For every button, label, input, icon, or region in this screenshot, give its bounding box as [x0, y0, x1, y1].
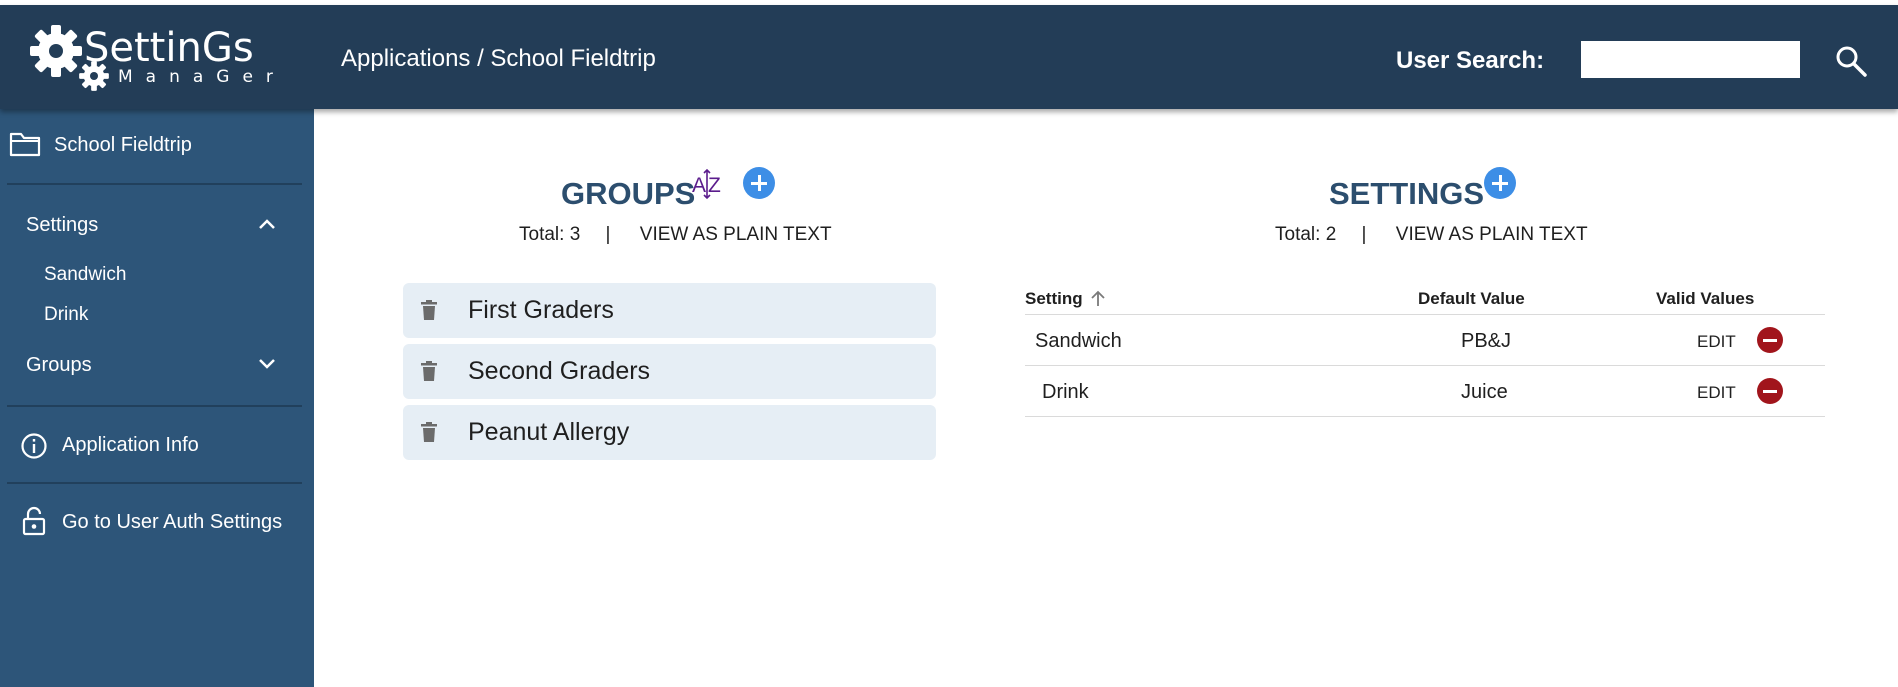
- sidebar-divider: [7, 183, 302, 185]
- groups-meta: Total: 3 | VIEW AS PLAIN TEXT: [519, 224, 832, 246]
- settings-title: SETTINGS: [1329, 176, 1485, 211]
- sidebar-app-info-label: Application Info: [62, 434, 199, 456]
- edit-valid-values-button[interactable]: EDIT: [1697, 332, 1736, 352]
- trash-icon[interactable]: [421, 361, 437, 381]
- info-icon: [21, 433, 47, 459]
- top-bar: SettinGs ManaGer Applications / School F…: [0, 5, 1898, 109]
- add-setting-button[interactable]: [1484, 167, 1516, 199]
- groups-title: GROUPS: [561, 176, 696, 211]
- group-name: First Graders: [468, 296, 614, 324]
- settings-view-plain-text-link[interactable]: VIEW AS PLAIN TEXT: [1396, 224, 1588, 245]
- table-divider: [1025, 416, 1825, 417]
- sidebar-user-auth-label: Go to User Auth Settings: [62, 511, 283, 533]
- group-name: Second Graders: [468, 357, 651, 385]
- sidebar: School Fieldtrip Settings Sandwich Drink…: [0, 109, 314, 687]
- column-header-setting: Setting: [1025, 289, 1083, 308]
- default-value-cell: Juice: [1461, 381, 1508, 403]
- remove-setting-button[interactable]: [1757, 378, 1783, 404]
- table-divider: [1025, 365, 1825, 366]
- logo-sub-text: ManaGer: [118, 67, 286, 87]
- remove-setting-button[interactable]: [1757, 327, 1783, 353]
- sidebar-setting-drink[interactable]: Drink: [44, 304, 88, 326]
- trash-icon[interactable]: [421, 300, 437, 320]
- trash-icon[interactable]: [421, 422, 437, 442]
- meta-separator: |: [1361, 224, 1367, 245]
- sidebar-app-label: School Fieldtrip: [54, 134, 192, 156]
- sidebar-settings-label: Settings: [26, 214, 99, 236]
- table-divider: [1025, 314, 1825, 315]
- add-group-button[interactable]: [743, 167, 775, 199]
- group-name: Peanut Allergy: [468, 418, 630, 446]
- group-card[interactable]: Peanut Allergy: [403, 405, 936, 460]
- breadcrumb: Applications / School Fieldtrip: [341, 45, 656, 72]
- lock-icon: [22, 506, 46, 536]
- svg-text:Z: Z: [708, 174, 721, 197]
- search-icon[interactable]: [1833, 43, 1869, 79]
- settings-total: Total: 2: [1275, 224, 1337, 245]
- edit-valid-values-button[interactable]: EDIT: [1697, 383, 1736, 403]
- sidebar-divider: [7, 405, 302, 407]
- gear-icon: [30, 25, 82, 77]
- setting-name-cell: Drink: [1042, 381, 1089, 403]
- sidebar-divider: [7, 482, 302, 484]
- setting-name-cell: Sandwich: [1035, 330, 1122, 352]
- svg-text:A: A: [692, 174, 706, 197]
- user-search-label: User Search:: [1396, 47, 1545, 74]
- user-search-input[interactable]: [1581, 41, 1800, 78]
- groups-total: Total: 3: [519, 224, 581, 245]
- arrow-up-icon: [1091, 290, 1105, 306]
- settings-meta: Total: 2 | VIEW AS PLAIN TEXT: [1275, 224, 1588, 246]
- group-card[interactable]: First Graders: [403, 283, 936, 338]
- column-header-default-value: Default Value: [1418, 289, 1525, 308]
- folder-icon: [9, 132, 41, 157]
- sidebar-setting-sandwich[interactable]: Sandwich: [44, 264, 126, 286]
- groups-view-plain-text-link[interactable]: VIEW AS PLAIN TEXT: [640, 224, 832, 245]
- default-value-cell: PB&J: [1461, 330, 1512, 352]
- sidebar-groups-label: Groups: [26, 354, 92, 376]
- chevron-up-icon[interactable]: [257, 217, 277, 231]
- group-card[interactable]: Second Graders: [403, 344, 936, 399]
- settings-manager-logo[interactable]: SettinGs ManaGer: [28, 17, 278, 97]
- chevron-down-icon[interactable]: [257, 357, 277, 371]
- az-sort-icon[interactable]: A Z: [692, 168, 728, 200]
- logo-main-text: SettinGs: [84, 25, 254, 71]
- column-header-valid-values: Valid Values: [1656, 289, 1755, 308]
- meta-separator: |: [605, 224, 611, 245]
